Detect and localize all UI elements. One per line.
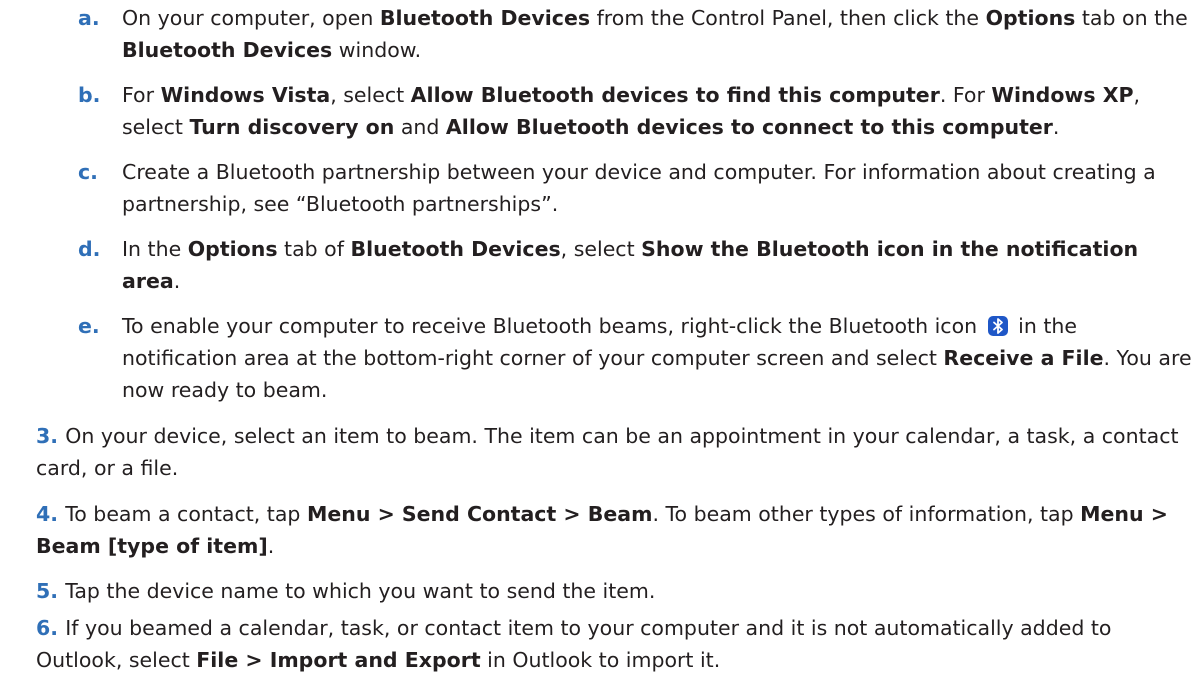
step-marker: e.: [78, 314, 100, 338]
text-run: window.: [332, 38, 422, 62]
step-text: To enable your computer to receive Bluet…: [122, 314, 1192, 402]
text-run: in Outlook to import it.: [480, 648, 721, 672]
text-run: tab of: [277, 237, 351, 261]
bold-text-run: Turn discovery on: [189, 115, 395, 139]
bold-text-run: Bluetooth Devices: [350, 237, 561, 261]
step-text: On your computer, open Bluetooth Devices…: [122, 6, 1188, 62]
text-run: Create a Bluetooth partnership between y…: [122, 160, 1156, 216]
step-marker: 6.: [36, 616, 66, 640]
bold-text-run: Windows Vista: [160, 83, 331, 107]
bold-text-run: Bluetooth Devices: [122, 38, 333, 62]
step-marker: c.: [78, 160, 98, 184]
step-marker: d.: [78, 237, 101, 261]
bold-text-run: Allow Bluetooth devices to connect to th…: [445, 115, 1053, 139]
step-marker: a.: [78, 6, 100, 30]
text-run: , select: [330, 83, 411, 107]
text-run: .: [1052, 115, 1060, 139]
bold-text-run: File > Import and Export: [196, 648, 481, 672]
bold-text-run: Options: [985, 6, 1076, 30]
step-6: 6. If you beamed a calendar, task, or co…: [36, 612, 1192, 676]
bold-text-run: Windows XP: [991, 83, 1134, 107]
step-marker: 5.: [36, 579, 66, 603]
sub-step-d: d. In the Options tab of Bluetooth Devic…: [78, 233, 1192, 297]
step-text: For Windows Vista, select Allow Bluetoot…: [122, 83, 1140, 139]
text-run: For: [122, 83, 161, 107]
bold-text-run: Allow Bluetooth devices to find this com…: [410, 83, 940, 107]
step-text: Tap the device name to which you want to…: [65, 579, 655, 603]
text-run: On your device, select an item to beam. …: [36, 424, 1179, 480]
sub-step-a: a. On your computer, open Bluetooth Devi…: [78, 2, 1192, 66]
bold-text-run: Bluetooth Devices: [379, 6, 591, 30]
sub-step-e: e. To enable your computer to receive Bl…: [78, 310, 1192, 406]
step-4: 4. To beam a contact, tap Menu > Send Co…: [36, 498, 1192, 562]
text-run: Tap the device name to which you want to…: [65, 579, 656, 603]
step-text: On your device, select an item to beam. …: [36, 424, 1179, 480]
step-marker: b.: [78, 83, 101, 107]
text-run: .: [267, 534, 275, 558]
step-text: In the Options tab of Bluetooth Devices,…: [122, 237, 1138, 293]
text-run: . To beam other types of information, ta…: [652, 502, 1081, 526]
step-marker: 4.: [36, 502, 66, 526]
bluetooth-icon: [987, 314, 1009, 336]
bold-text-run: Receive a File: [943, 346, 1104, 370]
step-3: 3. On your device, select an item to bea…: [36, 420, 1192, 484]
text-run: .: [173, 269, 181, 293]
sub-step-c: c. Create a Bluetooth partnership betwee…: [78, 156, 1192, 220]
manual-page: a. On your computer, open Bluetooth Devi…: [0, 0, 1199, 672]
step-text: If you beamed a calendar, task, or conta…: [36, 616, 1111, 672]
text-run: , select: [560, 237, 642, 261]
bold-text-run: Options: [187, 237, 278, 261]
text-run: In the: [122, 237, 188, 261]
step-5: 5. Tap the device name to which you want…: [36, 575, 1192, 607]
step-marker: 3.: [36, 424, 66, 448]
text-run: tab on the: [1075, 6, 1188, 30]
bold-text-run: Menu > Send Contact > Beam: [306, 502, 653, 526]
sub-step-b: b. For Windows Vista, select Allow Bluet…: [78, 79, 1192, 143]
text-run: On your computer, open: [122, 6, 380, 30]
text-run: To enable your computer to receive Bluet…: [122, 314, 984, 338]
step-text: Create a Bluetooth partnership between y…: [122, 160, 1156, 216]
text-run: from the Control Panel, then click the: [590, 6, 986, 30]
text-run: . For: [939, 83, 992, 107]
text-run: and: [394, 115, 446, 139]
text-run: To beam a contact, tap: [65, 502, 307, 526]
step-text: To beam a contact, tap Menu > Send Conta…: [36, 502, 1168, 558]
